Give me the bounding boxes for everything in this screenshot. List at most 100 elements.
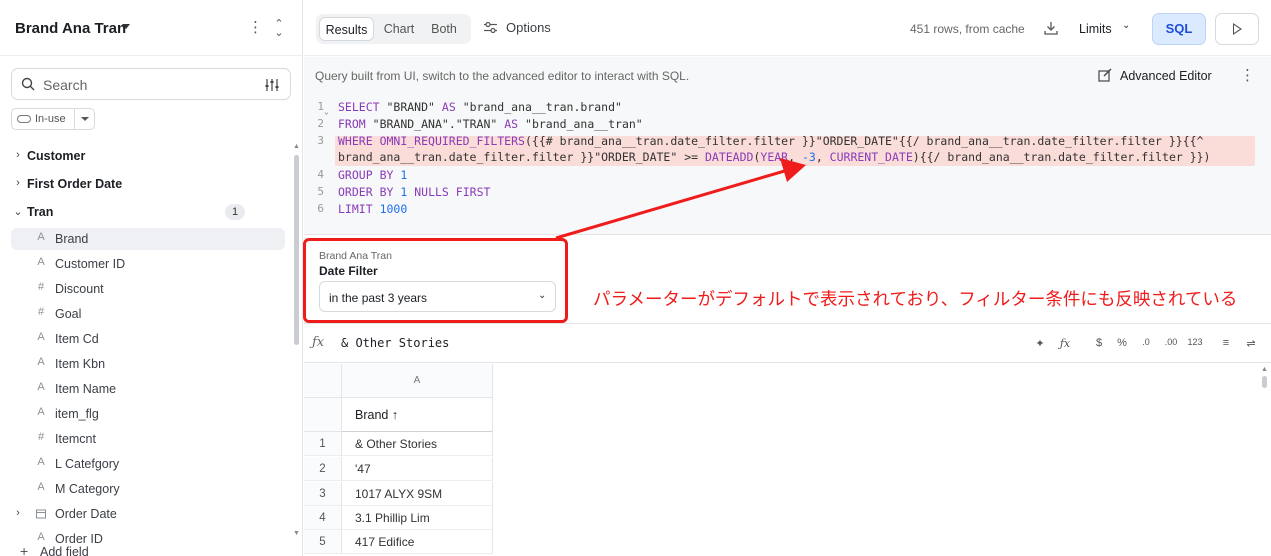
group-tran[interactable]: ⌄ Tran 1 xyxy=(11,201,285,223)
code-line: SELECT "BRAND" AS "brand_ana__tran.brand… xyxy=(338,100,622,114)
row-number[interactable]: 3 xyxy=(304,482,342,506)
fx-icon[interactable]: ƒx xyxy=(1057,337,1073,350)
chevron-right-icon: › xyxy=(16,149,20,161)
string-type-icon: A xyxy=(37,456,45,468)
add-field-button[interactable]: Add field xyxy=(40,545,89,556)
row-number[interactable]: 2 xyxy=(304,457,342,481)
limits-dropdown[interactable]: Limits xyxy=(1079,22,1112,36)
field-filter-icon[interactable] xyxy=(264,77,280,93)
string-type-icon: A xyxy=(37,256,45,268)
row-number[interactable]: 4 xyxy=(304,506,342,530)
column-header-brand[interactable]: Brand ↑ xyxy=(342,398,493,432)
annotation-text: パラメーターがデフォルトで表示されており、フィルター条件にも反映されている xyxy=(593,290,1238,310)
play-icon xyxy=(1233,23,1242,35)
group-first-order-date[interactable]: › First Order Date xyxy=(11,173,285,195)
field-order-date[interactable]: › Order Date xyxy=(11,503,285,525)
sidebar: Brand Ana Tran ⋮ ⌃⌄ In-use xyxy=(0,0,303,556)
field-item-name[interactable]: A Item Name xyxy=(11,378,285,400)
field-item-kbn[interactable]: A Item Kbn xyxy=(11,353,285,375)
field-goal[interactable]: # Goal xyxy=(11,303,285,325)
field-label: Item Kbn xyxy=(55,357,106,371)
table-cell[interactable]: 3.1 Phillip Lim xyxy=(342,506,493,530)
line-number: 3 xyxy=(317,134,324,147)
field-customer-id[interactable]: A Customer ID xyxy=(11,253,285,275)
field-label: Goal xyxy=(55,307,82,321)
table-cell[interactable]: & Other Stories xyxy=(342,432,493,456)
chevron-right-icon: › xyxy=(16,177,20,189)
chevron-down-icon[interactable] xyxy=(122,24,130,29)
field-itemcnt[interactable]: # Itemcnt xyxy=(11,428,285,450)
table-cell[interactable]: '47 xyxy=(342,457,493,481)
formula-value[interactable]: & Other Stories xyxy=(341,336,449,350)
in-use-filter[interactable]: In-use xyxy=(11,108,95,130)
decrease-decimal-icon[interactable]: .0 xyxy=(1138,337,1154,347)
row-number[interactable]: 5 xyxy=(304,530,342,554)
search-input[interactable] xyxy=(43,75,243,95)
string-type-icon: A xyxy=(37,231,45,243)
fold-icon[interactable]: ⌄ xyxy=(324,107,329,116)
align-left-icon[interactable]: ≡ xyxy=(1218,337,1234,349)
field-label: Item Name xyxy=(55,382,117,396)
formula-bar: ƒx & Other Stories ✦ ƒx $ % .0 .00 123 ≡… xyxy=(304,325,1271,363)
currency-icon[interactable]: $ xyxy=(1091,337,1107,349)
group-label: Customer xyxy=(27,149,86,163)
string-type-icon: A xyxy=(37,331,45,343)
field-label: Item Cd xyxy=(55,332,99,346)
collapse-icon[interactable]: ⌃ ⌄ xyxy=(272,19,286,39)
wrap-text-icon[interactable]: ⇌ xyxy=(1243,337,1259,350)
grid-scrollbar[interactable] xyxy=(1262,376,1267,388)
field-item-flg[interactable]: A item_flg xyxy=(11,403,285,425)
in-use-label: In-use xyxy=(35,113,66,125)
field-label: Customer ID xyxy=(55,257,126,271)
kebab-menu-icon[interactable]: ⋮ xyxy=(248,20,263,38)
number-format-icon[interactable]: 123 xyxy=(1187,337,1203,347)
grid-corner[interactable] xyxy=(304,364,342,398)
results-grid: A Brand ↑ 1 & Other Stories 2 '47 3 1017… xyxy=(304,364,494,556)
sparkle-icon[interactable]: ✦ xyxy=(1032,337,1048,350)
options-button[interactable]: Options xyxy=(506,20,551,35)
tab-chart[interactable]: Chart xyxy=(378,17,420,41)
advanced-editor-button[interactable]: Advanced Editor xyxy=(1120,69,1212,83)
row-number[interactable]: 1 xyxy=(304,432,342,456)
field-label: Order Date xyxy=(55,507,117,521)
field-brand[interactable]: A Brand xyxy=(11,228,285,250)
group-customer[interactable]: › Customer xyxy=(11,145,285,167)
chevron-down-icon[interactable]: ⌄ xyxy=(1122,20,1130,31)
field-discount[interactable]: # Discount xyxy=(11,278,285,300)
sql-button[interactable]: SQL xyxy=(1152,13,1206,45)
sidebar-scrollbar[interactable] xyxy=(294,155,299,345)
tab-results[interactable]: Results xyxy=(319,17,374,41)
scroll-down-icon[interactable]: ▼ xyxy=(293,530,300,537)
table-cell[interactable]: 417 Edifice xyxy=(342,530,493,554)
scroll-up-icon[interactable]: ▲ xyxy=(1261,366,1268,373)
tab-both[interactable]: Both xyxy=(422,17,466,41)
code-line: brand_ana__tran.date_filter.filter }}"OR… xyxy=(338,150,1211,164)
percent-icon[interactable]: % xyxy=(1114,337,1130,349)
group-label: Tran xyxy=(27,205,54,219)
download-icon[interactable] xyxy=(1044,21,1058,35)
fx-icon[interactable]: ƒx xyxy=(312,335,324,350)
field-l-catefgory[interactable]: A L Catefgory xyxy=(11,453,285,475)
field-label: Discount xyxy=(55,282,104,296)
increase-decimal-icon[interactable]: .00 xyxy=(1163,337,1179,347)
table-cell[interactable]: 1017 ALYX 9SM xyxy=(342,482,493,506)
line-number: 1 xyxy=(317,100,324,113)
row-count-status: 451 rows, from cache xyxy=(910,22,1025,36)
annotation-highlight-box xyxy=(303,238,568,323)
code-line: WHERE OMNI_REQUIRED_FILTERS({{# brand_an… xyxy=(338,134,1204,148)
line-number: 6 xyxy=(317,202,324,215)
results-toolbar: Results Chart Both Options 451 rows, fro… xyxy=(304,0,1271,56)
line-number: 2 xyxy=(317,117,324,130)
column-letter[interactable]: A xyxy=(342,364,493,398)
field-item-cd[interactable]: A Item Cd xyxy=(11,328,285,350)
run-button[interactable] xyxy=(1215,13,1259,45)
topic-title[interactable]: Brand Ana Tran xyxy=(15,20,126,37)
code-line: ORDER BY 1 NULLS FIRST xyxy=(338,185,491,199)
plus-icon: + xyxy=(20,543,29,556)
code-line: FROM "BRAND_ANA"."TRAN" AS "brand_ana__t… xyxy=(338,117,643,131)
field-m-category[interactable]: A M Category xyxy=(11,478,285,500)
kebab-menu-icon[interactable]: ⋮ xyxy=(1240,66,1255,84)
chevron-down-icon[interactable] xyxy=(81,117,89,121)
scroll-up-icon[interactable]: ▲ xyxy=(293,143,300,150)
sql-editor[interactable]: 1 ⌄ 2 3 4 5 6 SELECT "BRAND" AS "brand_a… xyxy=(304,93,1271,235)
